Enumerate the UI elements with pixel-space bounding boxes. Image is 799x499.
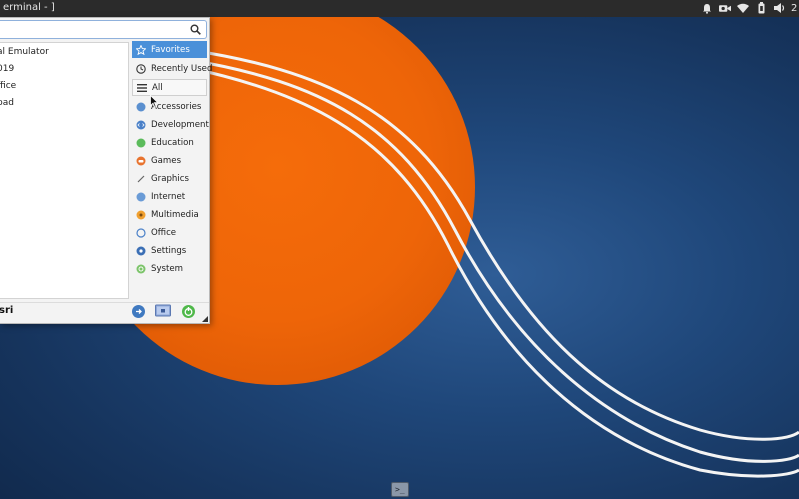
log-out-button[interactable]	[181, 304, 196, 319]
footer-separator	[0, 302, 209, 303]
volume-icon[interactable]	[773, 2, 785, 14]
window-title[interactable]: erminal - ]	[3, 2, 55, 13]
camera-icon[interactable]	[719, 2, 731, 14]
system-tray: 2	[701, 2, 797, 14]
internet-icon	[136, 192, 146, 202]
clock[interactable]: 2	[791, 3, 797, 14]
system-icon	[136, 264, 146, 274]
category-office[interactable]: Office	[132, 224, 207, 241]
education-icon	[136, 138, 146, 148]
list-icon	[137, 83, 147, 93]
search-icon[interactable]	[190, 24, 201, 35]
graphics-icon	[136, 174, 146, 184]
mouse-cursor-icon	[150, 95, 159, 108]
category-development[interactable]: Development	[132, 116, 209, 133]
games-icon	[136, 156, 146, 166]
username: sri	[0, 305, 14, 316]
switch-user-button[interactable]	[131, 304, 146, 319]
category-education[interactable]: Education	[132, 134, 207, 151]
notification-bell-icon[interactable]	[701, 2, 713, 14]
category-internet[interactable]: Internet	[132, 188, 207, 205]
clock-icon	[136, 63, 146, 74]
category-system[interactable]: System	[132, 260, 207, 277]
category-all[interactable]: All	[132, 79, 207, 96]
multimedia-icon	[136, 210, 146, 220]
terminal-launcher-button[interactable]: >_	[391, 482, 409, 497]
category-settings[interactable]: Settings	[132, 242, 207, 259]
category-accessories[interactable]: Accessories	[132, 98, 207, 115]
category-games[interactable]: Games	[132, 152, 207, 169]
resize-grip-icon[interactable]	[202, 316, 208, 322]
accessories-icon	[136, 102, 146, 112]
category-favorites[interactable]: Favorites	[132, 41, 207, 58]
battery-icon[interactable]	[755, 2, 767, 14]
switch-user-icon	[132, 305, 145, 318]
category-multimedia[interactable]: Multimedia	[132, 206, 207, 223]
lock-screen-icon	[155, 304, 171, 317]
lock-screen-button[interactable]	[155, 304, 171, 319]
star-icon	[136, 44, 146, 55]
terminal-icon: >_	[395, 485, 405, 494]
top-panel: erminal - ] 2	[0, 0, 799, 17]
list-item[interactable]: pad	[0, 96, 126, 112]
search-box	[0, 20, 207, 39]
category-graphics[interactable]: Graphics	[132, 170, 207, 187]
list-item[interactable]: ffice	[0, 79, 126, 95]
wifi-icon[interactable]	[737, 2, 749, 14]
power-icon	[182, 305, 195, 318]
list-item[interactable]: 019	[0, 62, 126, 78]
application-list[interactable]: al Emulator 019 ffice pad	[0, 42, 129, 299]
development-icon	[136, 120, 146, 130]
list-item[interactable]: al Emulator	[0, 45, 126, 61]
settings-icon	[136, 246, 146, 256]
application-menu: al Emulator 019 ffice pad Favorites Rece…	[0, 17, 212, 324]
category-recently-used[interactable]: Recently Used	[132, 60, 212, 77]
office-icon	[136, 227, 146, 238]
search-input[interactable]	[0, 21, 184, 38]
